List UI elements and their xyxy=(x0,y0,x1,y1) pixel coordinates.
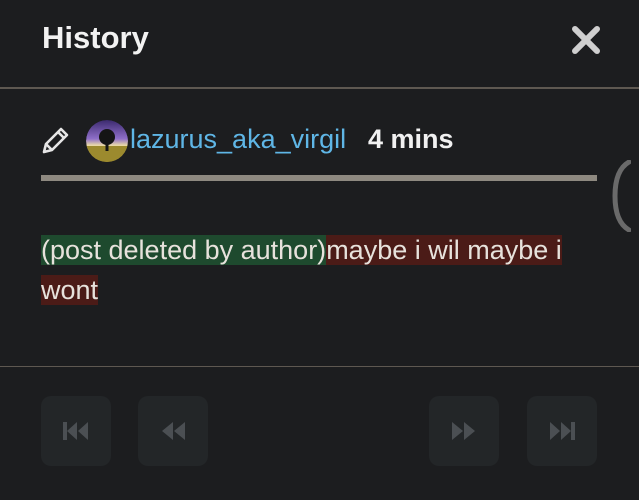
diff-deleted-text-cont: wont xyxy=(41,275,99,305)
diff-inserted-text: (post deleted by author) xyxy=(41,235,327,265)
revision-meta: lazurus_aka_virgil 4 mins xyxy=(40,118,600,164)
avatar[interactable] xyxy=(86,120,128,162)
last-revision-button[interactable] xyxy=(527,396,597,466)
avatar-image xyxy=(86,120,128,162)
scroll-handle[interactable] xyxy=(611,160,631,232)
skip-to-last-icon xyxy=(550,422,575,440)
next-icon xyxy=(452,422,475,440)
modal-title: History xyxy=(42,20,149,55)
previous-revision-button[interactable] xyxy=(138,396,208,466)
revision-time: 4 mins xyxy=(368,124,454,154)
previous-icon xyxy=(162,422,185,440)
diff-deleted-text: maybe i wil maybe i xyxy=(326,235,562,265)
meta-underline xyxy=(41,175,597,181)
next-revision-button[interactable] xyxy=(429,396,499,466)
close-icon xyxy=(572,26,600,54)
diff-content: (post deleted by author)maybe i wil mayb… xyxy=(41,230,597,310)
username-link[interactable]: lazurus_aka_virgil xyxy=(130,124,346,155)
footer-divider xyxy=(0,366,639,367)
header-divider xyxy=(0,87,639,89)
close-button[interactable] xyxy=(566,20,606,60)
modal-header: History xyxy=(0,0,639,88)
pencil-icon xyxy=(42,127,69,154)
skip-to-first-icon xyxy=(63,422,88,440)
first-revision-button[interactable] xyxy=(41,396,111,466)
